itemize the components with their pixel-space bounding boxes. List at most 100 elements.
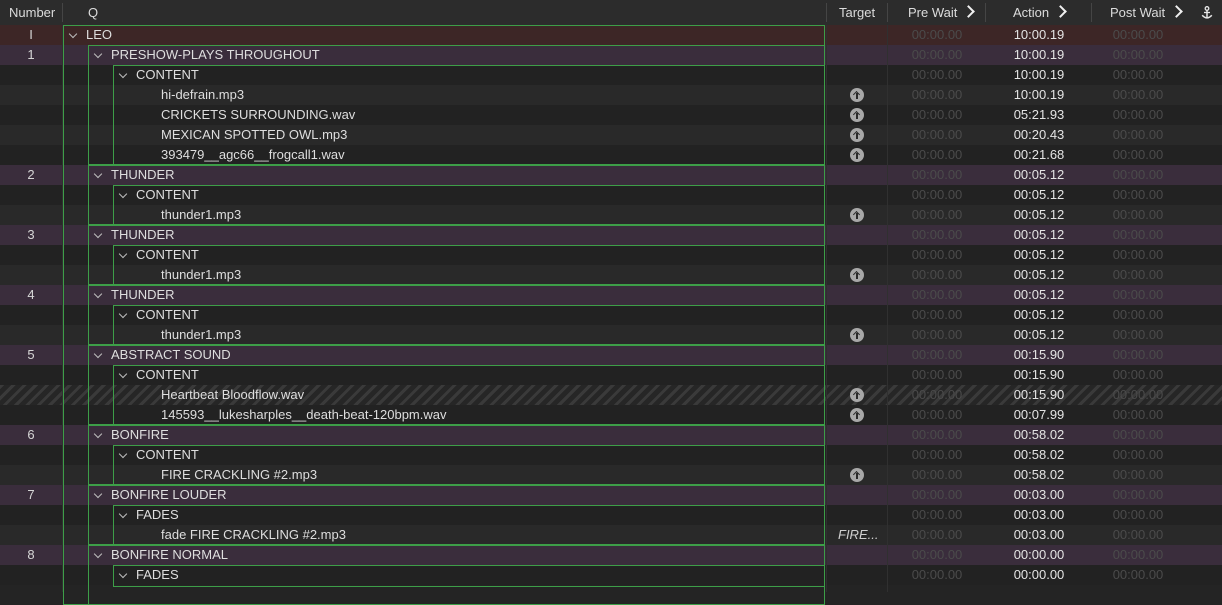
cue-row[interactable]: CONTENT 00:00.00 10:00.19 00:00.00: [0, 65, 1222, 85]
cue-name: thunder1.mp3: [161, 327, 242, 342]
column-number[interactable]: Number: [9, 0, 55, 25]
action-value: 00:03.00: [1013, 527, 1065, 542]
cue-row[interactable]: 2 THUNDER 00:00.00 00:05.12 00:00.00: [0, 165, 1222, 185]
action-value: 00:21.68: [1013, 147, 1065, 162]
target-arrow-icon[interactable]: [850, 328, 864, 342]
post-wait-value: 00:00.00: [1112, 347, 1164, 362]
cue-row[interactable]: CRICKETS SURROUNDING.wav 00:00.00 05:21.93…: [0, 105, 1222, 125]
pre-wait-value: 00:00.00: [911, 267, 963, 282]
cue-row[interactable]: CONTENT 00:00.00 00:05.12 00:00.00: [0, 305, 1222, 325]
target-arrow-icon[interactable]: [850, 148, 864, 162]
column-q[interactable]: Q: [88, 0, 98, 25]
disclosure-chevron-icon[interactable]: [93, 229, 103, 239]
column-action[interactable]: Action: [1013, 0, 1068, 25]
disclosure-chevron-icon[interactable]: [93, 289, 103, 299]
column-post-wait[interactable]: Post Wait: [1110, 0, 1184, 25]
target-arrow-icon[interactable]: [850, 108, 864, 122]
cue-row[interactable]: CONTENT 00:00.00 00:15.90 00:00.00: [0, 365, 1222, 385]
cue-name: FADES: [136, 567, 179, 582]
post-wait-value: 00:00.00: [1112, 267, 1164, 282]
cue-row[interactable]: 7 BONFIRE LOUDER 00:00.00 00:03.00 00:00.00: [0, 485, 1222, 505]
pre-wait-value: 00:00.00: [911, 47, 963, 62]
cue-row[interactable]: 145593__lukesharples__death-beat-120bpm.…: [0, 405, 1222, 425]
pre-wait-value: 00:00.00: [911, 207, 963, 222]
disclosure-chevron-icon[interactable]: [118, 509, 128, 519]
disclosure-chevron-icon[interactable]: [118, 449, 128, 459]
target-arrow-icon[interactable]: [850, 388, 864, 402]
cue-name: thunder1.mp3: [161, 267, 242, 282]
cue-row[interactable]: FADES 00:00.00 00:00.00 00:00.00: [0, 565, 1222, 585]
column-target[interactable]: Target: [839, 0, 875, 25]
cue-row[interactable]: hi-defrain.mp3 00:00.00 10:00.19 00:00.00: [0, 85, 1222, 105]
disclosure-chevron-icon[interactable]: [118, 69, 128, 79]
cue-row[interactable]: 4 THUNDER 00:00.00 00:05.12 00:00.00: [0, 285, 1222, 305]
cue-row[interactable]: FADES 00:00.00 00:03.00 00:00.00: [0, 505, 1222, 525]
cue-row[interactable]: CONTENT 00:00.00 00:58.02 00:00.00: [0, 445, 1222, 465]
target-arrow-icon[interactable]: [850, 88, 864, 102]
cue-name: THUNDER: [111, 167, 175, 182]
post-wait-value: 00:00.00: [1112, 187, 1164, 202]
cue-row[interactable]: 3 THUNDER 00:00.00 00:05.12 00:00.00: [0, 225, 1222, 245]
cue-name: Heartbeat Bloodflow.wav: [161, 387, 305, 402]
cue-row[interactable]: thunder1.mp3 00:00.00 00:05.12 00:00.00: [0, 205, 1222, 225]
action-value: 05:21.93: [1013, 107, 1065, 122]
action-value: 10:00.19: [1013, 47, 1065, 62]
cue-row[interactable]: CONTENT 00:00.00 00:05.12 00:00.00: [0, 185, 1222, 205]
cue-name: 145593__lukesharples__death-beat-120bpm.…: [161, 407, 447, 422]
cue-name: CONTENT: [136, 67, 199, 82]
disclosure-chevron-icon[interactable]: [118, 309, 128, 319]
cue-number: 4: [27, 287, 35, 302]
disclosure-chevron-icon[interactable]: [93, 49, 103, 59]
pre-wait-value: 00:00.00: [911, 167, 963, 182]
cue-name: BONFIRE: [111, 427, 169, 442]
chevron-right-icon: [962, 5, 976, 18]
cue-row[interactable]: 6 BONFIRE 00:00.00 00:58.02 00:00.00: [0, 425, 1222, 445]
cue-name: FIRE CRACKLING #2.mp3: [161, 467, 318, 482]
cue-row[interactable]: fade FIRE CRACKLING #2.mp3 FIRE... 00:00.0…: [0, 525, 1222, 545]
column-divider: [887, 3, 888, 22]
cue-name: CRICKETS SURROUNDING.wav: [161, 107, 356, 122]
post-wait-value: 00:00.00: [1112, 227, 1164, 242]
cue-row[interactable]: I LEO 00:00.00 10:00.19 00:00.00: [0, 25, 1222, 45]
target-arrow-icon[interactable]: [850, 128, 864, 142]
target-arrow-icon[interactable]: [850, 208, 864, 222]
cue-row[interactable]: thunder1.mp3 00:00.00 00:05.12 00:00.00: [0, 265, 1222, 285]
target-arrow-icon[interactable]: [850, 408, 864, 422]
disclosure-chevron-icon[interactable]: [93, 429, 103, 439]
cue-row[interactable]: 1 PRESHOW-PLAYS THROUGHOUT 00:00.00 10:00.1…: [0, 45, 1222, 65]
target-arrow-icon[interactable]: [850, 468, 864, 482]
pre-wait-value: 00:00.00: [911, 227, 963, 242]
cue-number: I: [29, 27, 33, 42]
target-arrow-icon[interactable]: [850, 268, 864, 282]
cue-number: 7: [27, 487, 35, 502]
action-value: 00:00.00: [1013, 567, 1065, 582]
disclosure-chevron-icon[interactable]: [118, 189, 128, 199]
disclosure-chevron-icon[interactable]: [93, 489, 103, 499]
disclosure-chevron-icon[interactable]: [93, 349, 103, 359]
cue-row[interactable]: Heartbeat Bloodflow.wav 00:00.00 00:15.90 0…: [0, 385, 1222, 405]
column-pre-wait[interactable]: Pre Wait: [908, 0, 976, 25]
cue-row[interactable]: 5 ABSTRACT SOUND 00:00.00 00:15.90 00:00.00: [0, 345, 1222, 365]
disclosure-chevron-icon[interactable]: [93, 549, 103, 559]
cue-number: 5: [27, 347, 35, 362]
cue-number: 1: [27, 47, 35, 62]
cue-row[interactable]: thunder1.mp3 00:00.00 00:05.12 00:00.00: [0, 325, 1222, 345]
disclosure-chevron-icon[interactable]: [118, 569, 128, 579]
cue-row[interactable]: 393479__agc66__frogcall1.wav 00:00.00 00:2…: [0, 145, 1222, 165]
cue-row[interactable]: 8 BONFIRE NORMAL 00:00.00 00:00.00 00:00.00: [0, 545, 1222, 565]
cue-row[interactable]: MEXICAN SPOTTED OWL.mp3 00:00.00 00:20.43 0…: [0, 125, 1222, 145]
disclosure-chevron-icon[interactable]: [68, 29, 78, 39]
cue-row[interactable]: CONTENT 00:00.00 00:05.12 00:00.00: [0, 245, 1222, 265]
anchor-icon[interactable]: [1201, 0, 1213, 25]
disclosure-chevron-icon[interactable]: [118, 249, 128, 259]
action-value: 10:00.19: [1013, 87, 1065, 102]
cue-target[interactable]: FIRE...: [838, 525, 878, 545]
post-wait-value: 00:00.00: [1112, 107, 1164, 122]
post-wait-value: 00:00.00: [1112, 387, 1164, 402]
post-wait-label: Post Wait: [1110, 5, 1166, 20]
disclosure-chevron-icon[interactable]: [93, 169, 103, 179]
action-value: 10:00.19: [1013, 67, 1065, 82]
disclosure-chevron-icon[interactable]: [118, 369, 128, 379]
pre-wait-value: 00:00.00: [911, 447, 963, 462]
cue-row[interactable]: FIRE CRACKLING #2.mp3 00:00.00 00:58.02 00:…: [0, 465, 1222, 485]
